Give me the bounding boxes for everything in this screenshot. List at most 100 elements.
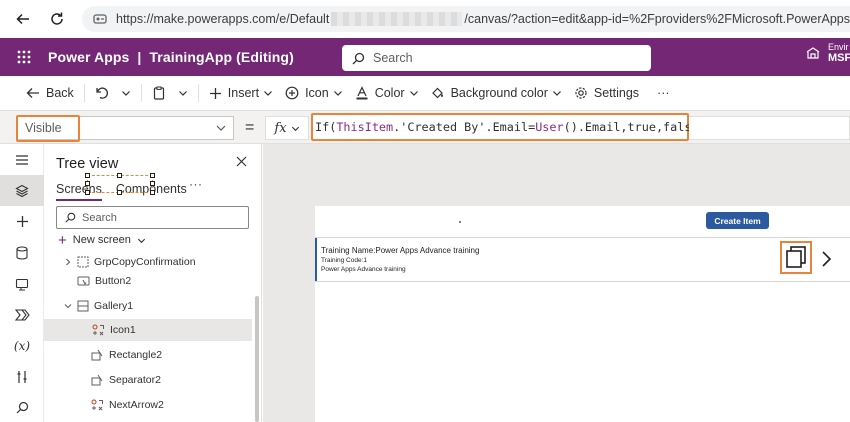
product-name[interactable]: Power Apps (48, 49, 129, 65)
left-rail: (x) (0, 144, 44, 422)
resize-handle[interactable] (150, 190, 155, 195)
app-name: TrainingApp (Editing) (149, 49, 294, 65)
app-header: Power Apps | TrainingApp (Editing) Searc… (0, 38, 850, 76)
address-bar[interactable]: https://make.powerapps.com/e/Default /ca… (82, 6, 850, 32)
group-icon (77, 256, 89, 268)
command-bar: Back Insert Icon Color Background color … (0, 76, 850, 110)
rail-insert-button[interactable] (0, 206, 44, 237)
title-separator: | (137, 49, 142, 65)
chevron-down-icon (552, 88, 562, 98)
tree-node-icon1[interactable]: Icon1 (44, 319, 252, 341)
formula-thisitem: ThisItem (336, 120, 394, 134)
rail-variables-button[interactable]: (x) (0, 330, 44, 361)
icon-label: Icon (305, 86, 329, 100)
more-commands-button[interactable]: ··· (645, 76, 676, 110)
shape-icon (91, 349, 104, 361)
add-circle-icon (285, 86, 299, 100)
tree-scrollbar[interactable] (255, 296, 259, 422)
browser-back-button[interactable] (6, 0, 40, 38)
rail-power-automate-button[interactable] (0, 299, 44, 330)
clipboard-icon (152, 86, 166, 100)
function-button[interactable]: fx (265, 116, 309, 140)
plus-icon: + (58, 231, 67, 249)
resize-handle[interactable] (85, 190, 90, 195)
canvas-dot (459, 221, 461, 223)
tree-node-nextarrow2[interactable]: NextArrow2 (91, 394, 164, 416)
rail-menu-button[interactable] (0, 144, 44, 175)
gallery-item[interactable]: Training Name:Power Apps Advance trainin… (315, 237, 850, 282)
formula-created-by: .'Created By'.Email= (393, 120, 536, 134)
environment-picker[interactable]: Envir MSF (806, 42, 850, 64)
media-icon (15, 278, 29, 291)
tree-search-placeholder: Search (82, 211, 117, 224)
rail-data-button[interactable] (0, 237, 44, 268)
close-tree-view-button[interactable] (236, 156, 247, 167)
chevron-right-icon (822, 251, 832, 267)
background-color-button[interactable]: Background color (425, 76, 568, 110)
arrow-left-icon (16, 13, 29, 25)
undo-button[interactable] (89, 76, 115, 110)
reload-icon (51, 12, 63, 25)
app-launcher-button[interactable] (0, 38, 48, 76)
copy-icon-control[interactable] (780, 241, 812, 274)
chevron-down-icon (64, 302, 72, 310)
gallery-item-accent (315, 238, 317, 281)
formula-bar: Visible = fx If(ThisItem .'Created By'.Em… (0, 110, 850, 144)
browser-reload-button[interactable] (40, 0, 74, 38)
resize-handle[interactable] (85, 173, 90, 178)
paste-dropdown[interactable] (172, 76, 194, 110)
rail-media-button[interactable] (0, 268, 44, 299)
icon-control-icon (91, 399, 104, 411)
resize-handle[interactable] (117, 173, 122, 178)
training-name-label: Training Name:Power Apps Advance trainin… (321, 246, 480, 255)
new-screen-button[interactable]: + New screen (58, 231, 146, 249)
resize-handle[interactable] (150, 173, 155, 178)
tree-search-input[interactable]: Search (56, 206, 249, 229)
formula-input-extension[interactable] (689, 116, 850, 140)
icon-button[interactable]: Icon (279, 76, 349, 110)
icon-control-icon (92, 324, 105, 336)
create-item-button[interactable]: Create Item (706, 212, 769, 229)
url-text-prefix: https://make.powerapps.com/e/Default (116, 12, 330, 26)
search-icon (352, 52, 365, 64)
environment-org: MSF (828, 52, 850, 64)
tree-node-rectangle2[interactable]: Rectangle2 (91, 344, 162, 366)
header-search-box[interactable]: Search (342, 45, 651, 71)
formula-user: User (535, 120, 564, 134)
more-commands-label: ··· (657, 86, 670, 100)
color-button[interactable]: Color (349, 76, 425, 110)
browser-toolbar: https://make.powerapps.com/e/Default /ca… (0, 0, 850, 38)
settings-button[interactable]: Settings (568, 76, 645, 110)
button-control-icon (77, 275, 90, 287)
tree-node-list: GrpCopyConfirmation Button2 Gallery1 Ico… (44, 250, 262, 422)
paste-button[interactable] (146, 76, 172, 110)
chevron-down-icon (137, 236, 146, 245)
tree-node-button2[interactable]: Button2 (77, 270, 131, 292)
site-info-icon[interactable] (92, 11, 108, 27)
insert-button[interactable]: Insert (203, 76, 279, 110)
gallery-icon (77, 300, 89, 312)
back-label: Back (46, 86, 74, 100)
undo-dropdown[interactable] (115, 76, 137, 110)
back-button[interactable]: Back (20, 76, 80, 110)
tree-node-gallery1[interactable]: Gallery1 (64, 295, 133, 317)
node-more-options-button[interactable]: ··· (189, 177, 203, 191)
chevron-right-icon (64, 258, 72, 266)
resize-handle[interactable] (117, 190, 122, 195)
tree-node-label: GrpCopyConfirmation (94, 256, 196, 268)
fx-icon: fx (274, 120, 287, 136)
tree-node-label: NextArrow2 (109, 399, 164, 411)
property-highlight (16, 115, 80, 142)
arrow-left-icon (26, 86, 40, 100)
gear-icon (574, 86, 588, 100)
resize-handle[interactable] (150, 181, 155, 186)
rail-tree-view-button[interactable] (0, 175, 44, 206)
background-color-label: Background color (450, 86, 548, 100)
resize-handle[interactable] (85, 181, 90, 186)
tree-node-label: Button2 (95, 275, 132, 287)
next-arrow-control[interactable] (819, 249, 833, 269)
formula-input[interactable]: If(ThisItem .'Created By'.Email= User ().Em… (311, 113, 706, 141)
rail-search-button[interactable] (0, 392, 44, 422)
tree-node-separator2[interactable]: Separator2 (91, 369, 161, 391)
rail-tools-button[interactable] (0, 361, 44, 392)
